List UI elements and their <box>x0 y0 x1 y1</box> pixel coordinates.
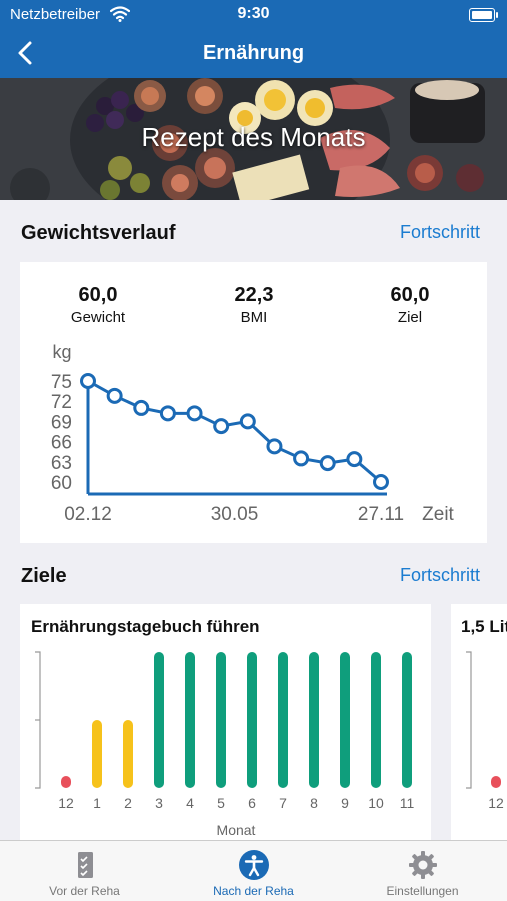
x-tick-label: 27.11 <box>358 504 404 525</box>
month-tick-label: 10 <box>368 795 384 811</box>
y-tick-label: 66 <box>51 433 72 454</box>
bmi-label: BMI <box>240 309 268 326</box>
month-tick-label: 5 <box>217 795 225 811</box>
food-diary-bar-chart: Ernährungstagebuch führen12 1 2 3 4 5 6 7 8 9 10 11… <box>31 617 415 838</box>
weight-series-line <box>87 379 382 484</box>
tab-before-rehab[interactable]: Vor der Reha <box>0 841 169 901</box>
y-tick-label: 72 <box>51 392 72 413</box>
month-tick-label: 9 <box>341 795 349 811</box>
tab-settings-label: Einstellungen <box>386 884 459 898</box>
diary-bar <box>216 652 226 788</box>
goal-value: 60,0 <box>390 284 430 306</box>
water-bar-chart: 1,5 Lit 12 <box>461 617 507 811</box>
y-tick-label: 75 <box>51 372 72 393</box>
status-bar: Netzbetreiber 9:30 <box>0 0 507 30</box>
diary-bar <box>247 652 257 788</box>
recipe-of-month-title: Rezept des Monats <box>141 122 366 152</box>
month-tick-label: 11 <box>400 795 415 811</box>
month-tick-label: 7 <box>279 795 287 811</box>
month-tick-label: 2 <box>124 795 132 811</box>
weight-line-chart: kg 757269666360 02.12 30.05 27.11 Zeit <box>51 342 455 525</box>
recipe-of-month-banner[interactable]: Rezept des Monats <box>0 78 507 200</box>
month-tick-label: 3 <box>155 795 163 811</box>
y-tick-label: 60 <box>51 473 72 494</box>
tab-after-rehab[interactable]: Nach der Reha <box>169 841 338 901</box>
tab-settings[interactable]: Einstellungen <box>338 841 507 901</box>
goals-progress-link[interactable]: Fortschritt <box>400 565 480 586</box>
data-point <box>186 405 203 422</box>
y-axis-label: kg <box>52 342 71 362</box>
goal-stat: 60,0 Ziel <box>360 284 460 326</box>
navigation-bar: Ernährung <box>0 30 507 78</box>
checklist-icon <box>78 852 93 878</box>
weight-label: Gewicht <box>70 309 126 326</box>
goal-title: 1,5 Lit <box>461 617 507 636</box>
y-tick-label: 63 <box>51 453 72 474</box>
month-tick-label: 6 <box>248 795 256 811</box>
goal-card-food-diary[interactable]: Ernährungstagebuch führen 12 1 2 3 4 5 6 7 8 9 10 11… <box>20 604 431 840</box>
data-point <box>373 474 389 490</box>
month-tick-label: 12 <box>488 795 504 811</box>
weight-card[interactable]: 60,0 Gewicht 22,3 BMI 60,0 Ziel kg 75 72 69… <box>20 262 487 543</box>
data-point <box>80 373 96 389</box>
scale-bracket <box>466 651 472 789</box>
month-tick-label: 1 <box>93 795 101 811</box>
weight-value: 60,0 <box>78 284 118 306</box>
data-point <box>266 438 283 455</box>
data-point <box>239 413 256 430</box>
water-bar <box>491 776 501 788</box>
data-point <box>293 450 310 467</box>
tab-bar: Vor der Reha Nach der Reha Einstellungen <box>0 840 507 901</box>
data-point <box>213 418 230 435</box>
diary-bar <box>278 652 288 788</box>
diary-bar <box>309 652 319 788</box>
goal-title: Ernährungstagebuch führen <box>31 617 260 636</box>
status-time: 9:30 <box>237 5 270 22</box>
bmi-value: 22,3 <box>234 284 274 306</box>
diary-bar <box>123 720 133 788</box>
page-title: Ernährung <box>202 42 305 64</box>
bmi-stat: 22,3 BMI <box>204 284 304 326</box>
battery-icon <box>469 8 498 22</box>
diary-bar <box>92 720 102 788</box>
weight-progress-link[interactable]: Fortschritt <box>400 222 480 243</box>
month-tick-label: 12 <box>58 795 74 811</box>
x-tick-label: 30.05 <box>211 504 259 525</box>
x-axis-label: Monat <box>217 822 256 838</box>
goals-section-title: Ziele <box>21 565 67 587</box>
data-point <box>106 387 123 404</box>
data-point <box>159 405 176 422</box>
diary-bar <box>340 652 350 788</box>
accessibility-icon <box>239 850 269 880</box>
weight-section-title: Gewichtsverlauf <box>21 222 176 244</box>
x-tick-label: 02.12 <box>64 504 112 525</box>
data-point <box>346 451 363 468</box>
tab-after-rehab-label: Nach der Reha <box>213 884 294 898</box>
data-point <box>319 455 336 472</box>
diary-bar <box>371 652 381 788</box>
month-tick-label: 4 <box>186 795 194 811</box>
weight-stat: 60,0 Gewicht <box>48 284 148 326</box>
goal-label: Ziel <box>397 309 423 326</box>
x-axis-label: Zeit <box>422 504 454 525</box>
data-point <box>133 399 150 416</box>
y-tick-label: 69 <box>51 412 72 433</box>
diary-bar <box>154 652 164 788</box>
diary-bar <box>185 652 195 788</box>
goal-card-water[interactable]: 1,5 Lit 12 <box>451 604 507 840</box>
month-tick-label: 8 <box>310 795 318 811</box>
tab-before-rehab-label: Vor der Reha <box>49 884 120 898</box>
diary-bar <box>402 652 412 788</box>
diary-bar <box>61 776 71 788</box>
gear-icon <box>409 851 437 879</box>
